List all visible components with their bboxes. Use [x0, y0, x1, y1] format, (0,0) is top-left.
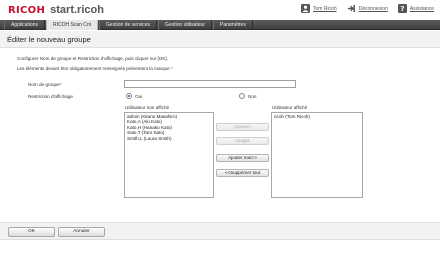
user-link[interactable]: Tom Ricoh	[301, 4, 337, 13]
hidden-users-list[interactable]: admin (Kitano Masahiro) Kato,A (Aki Kato…	[124, 112, 214, 198]
required-note: Les éléments devant être obligatoirement…	[17, 66, 173, 71]
top-links: Tom Ricoh Déconnexion ? Assistance	[301, 4, 434, 13]
group-name-label: Nom de groupe*	[28, 82, 61, 87]
remove-all-button[interactable]: <<Supprimer tout	[216, 169, 269, 177]
radio-non-button[interactable]	[239, 93, 245, 99]
ok-button[interactable]: OK	[8, 227, 55, 237]
list-item[interactable]: ricoh (Tom Ricoh)	[274, 114, 360, 119]
logout-icon	[347, 4, 355, 13]
tab-gestion-services[interactable]: Gestion de services	[99, 20, 157, 30]
add-button[interactable]: Ajouter>	[216, 123, 269, 131]
tab-parametres[interactable]: Paramètres	[213, 20, 253, 30]
radio-non-label: Non	[248, 93, 257, 99]
svg-text:?: ?	[400, 4, 404, 13]
radio-oui-button[interactable]	[126, 93, 132, 99]
radio-oui-label: Oui	[135, 93, 143, 99]
brand: RICOH start.ricoh	[8, 4, 104, 16]
title-bar: Éditer le nouveau groupe	[0, 31, 440, 48]
group-name-label-text: Nom de groupe	[28, 82, 60, 87]
group-name-required-mark: *	[59, 82, 62, 87]
group-name-input[interactable]	[124, 80, 296, 88]
help-link-label: Assistance	[409, 5, 434, 12]
list-item[interactable]: Smith,L (Laura Smith)	[127, 136, 211, 141]
tab-ricoh-scan-cnt[interactable]: RICOH Scan Cnt	[45, 20, 99, 30]
logout-link-label: Déconnexion	[358, 5, 388, 12]
required-mark: *	[170, 66, 173, 71]
radio-non[interactable]: Non	[239, 93, 256, 99]
page-title: Éditer le nouveau groupe	[7, 35, 91, 44]
help-link[interactable]: ? Assistance	[397, 4, 434, 13]
help-icon: ?	[397, 4, 407, 13]
shown-users-list[interactable]: ricoh (Tom Ricoh)	[271, 112, 363, 198]
shown-users-title: Utilisateur affiché	[272, 105, 308, 110]
user-icon	[301, 4, 310, 13]
tab-gestion-utilisateur[interactable]: Gestion utilisateur	[157, 20, 212, 30]
remove-button[interactable]: <Suppr.	[216, 137, 269, 145]
footer-bar: OK Annuler	[0, 222, 440, 240]
header: RICOH start.ricoh Tom Ricoh Déconnexion …	[0, 0, 440, 20]
edit-group-form: Configurer Nom de groupe et Restriction …	[0, 48, 440, 220]
hidden-users-title: Utilisateur non affiché	[125, 105, 170, 110]
radio-oui[interactable]: Oui	[126, 93, 142, 99]
site-name: start.ricoh	[50, 4, 104, 16]
instruction-text: Configurer Nom de groupe et Restriction …	[17, 56, 168, 61]
required-note-text: Les éléments devant être obligatoirement…	[17, 66, 171, 71]
cancel-button[interactable]: Annuler	[58, 227, 105, 237]
tab-applications[interactable]: Applications	[4, 20, 45, 30]
ricoh-logo: RICOH	[8, 5, 46, 16]
user-link-label: Tom Ricoh	[313, 5, 337, 12]
logout-link[interactable]: Déconnexion	[347, 4, 388, 13]
main-nav: Applications RICOH Scan Cnt Gestion de s…	[0, 20, 440, 30]
display-restriction-label: Restriction d'affichage	[28, 94, 73, 99]
add-all-button[interactable]: Ajouter tout>>	[216, 154, 269, 162]
